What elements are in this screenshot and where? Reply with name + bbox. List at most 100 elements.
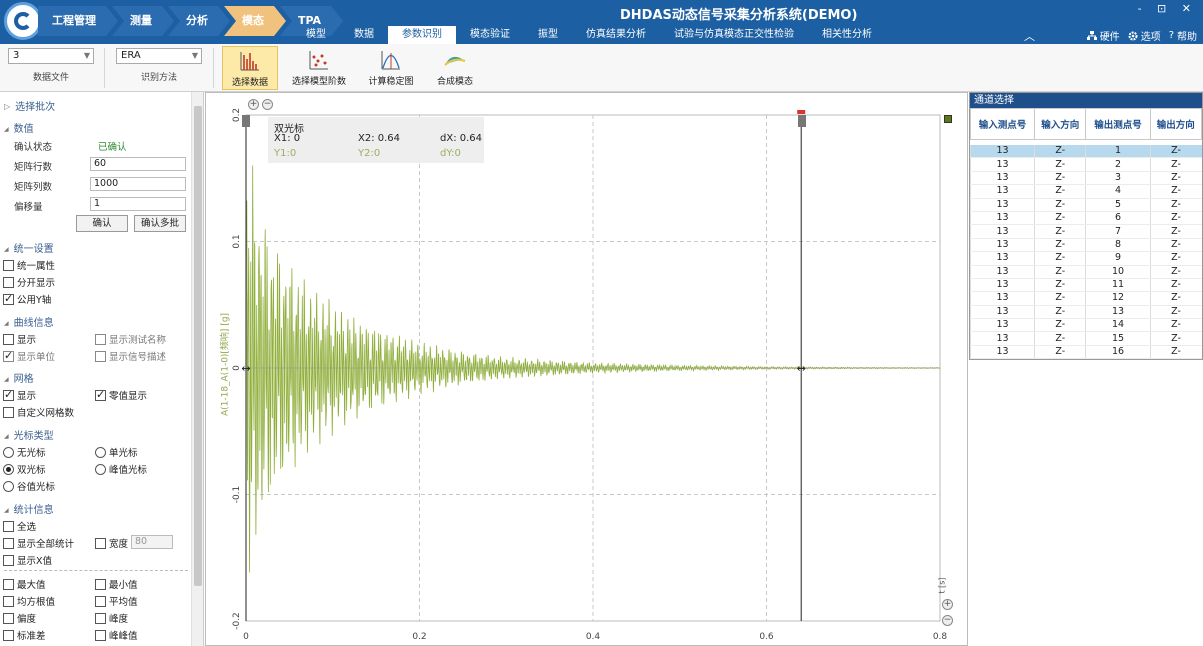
channel-row[interactable]: 13 Z- 9 Z-: [969, 251, 1202, 266]
channel-row[interactable]: 13 Z- 10 Z-: [969, 265, 1202, 279]
unified-section[interactable]: 统一设置: [4, 240, 54, 255]
synthesize-modal-button[interactable]: 合成模态: [428, 46, 482, 90]
channel-row[interactable]: 13 Z- 1 Z-: [969, 144, 1202, 159]
x-zoom-out-icon[interactable]: −: [942, 615, 953, 626]
grid-show-checkbox[interactable]: 显示: [3, 388, 36, 402]
cursor-2-handle[interactable]: [798, 115, 806, 127]
channel-cell: Z-: [1034, 238, 1086, 253]
calc-stability-button[interactable]: 计算稳定图: [362, 46, 420, 90]
max-checkbox[interactable]: 最大值: [3, 577, 46, 591]
mean-checkbox[interactable]: 平均值: [95, 594, 138, 608]
channel-cell: Z-: [1149, 238, 1202, 253]
select-batch-section[interactable]: 选择批次: [4, 98, 55, 113]
tab-model[interactable]: 模型: [292, 26, 340, 44]
channel-row[interactable]: 13 Z- 8 Z-: [969, 238, 1202, 253]
channel-row[interactable]: 13 Z- 14 Z-: [969, 318, 1202, 333]
tab-data[interactable]: 数据: [340, 26, 388, 44]
rms-checkbox[interactable]: 均方根值: [3, 594, 55, 608]
channel-row[interactable]: 13 Z- 13 Z-: [969, 305, 1202, 320]
values-section[interactable]: 数值: [4, 120, 34, 135]
split-display-checkbox[interactable]: 分开显示: [3, 275, 55, 289]
zoom-out-icon[interactable]: −: [262, 99, 273, 110]
channel-row[interactable]: 13 Z- 16 Z-: [969, 345, 1202, 360]
skew-checkbox[interactable]: 偏度: [3, 611, 36, 625]
stats-section[interactable]: 统计信息: [4, 501, 54, 516]
workflow-project[interactable]: 工程管理: [38, 6, 118, 36]
channel-header-1[interactable]: 输入方向: [1034, 108, 1087, 140]
channel-row[interactable]: 13 Z- 3 Z-: [969, 171, 1202, 186]
min-checkbox[interactable]: 最小值: [95, 577, 138, 591]
legend-color-swatch[interactable]: [944, 115, 952, 123]
zoom-in-icon[interactable]: +: [248, 99, 259, 110]
chart-panel[interactable]: 0 0.2 0.4 0.6 0.8 0.2 0.1 0 -0.1 -0.2 ↔ ↔ + − + − 双…: [205, 92, 968, 646]
tab-sim-result[interactable]: 仿真结果分析: [572, 26, 660, 44]
channel-row[interactable]: 13 Z- 7 Z-: [969, 224, 1202, 239]
select-all-checkbox[interactable]: 全选: [3, 519, 36, 533]
shared-y-checkbox[interactable]: 公用Y轴: [3, 292, 51, 306]
std-checkbox[interactable]: 标准差: [3, 628, 46, 642]
confirm-button[interactable]: 确认: [76, 215, 128, 232]
channel-header-0[interactable]: 输入测点号: [969, 108, 1036, 140]
channel-row[interactable]: 13 Z- 6 Z-: [969, 211, 1202, 226]
select-model-order-button[interactable]: 选择模型阶数: [286, 46, 352, 90]
method-select[interactable]: ERA ▼: [116, 48, 202, 64]
tab-modal-verify[interactable]: 模态验证: [456, 26, 524, 44]
channel-row[interactable]: 13 Z- 5 Z-: [969, 198, 1202, 212]
peak-peak-checkbox[interactable]: 峰峰值: [95, 628, 138, 642]
channel-row[interactable]: 13 Z- 15 Z-: [969, 331, 1202, 346]
tab-mode-shape[interactable]: 振型: [524, 26, 572, 44]
scrollbar-thumb[interactable]: [194, 106, 202, 586]
modal-synthesis-icon: [444, 49, 466, 71]
show-test-name-checkbox[interactable]: 显示测试名称: [95, 332, 166, 346]
x-zoom-in-icon[interactable]: +: [942, 599, 953, 610]
curve-info-section[interactable]: 曲线信息: [4, 314, 54, 329]
valley-cursor-radio[interactable]: 谷值光标: [3, 479, 55, 493]
channel-header-2[interactable]: 输出测点号: [1085, 108, 1151, 140]
cursor-type-section[interactable]: 光标类型: [4, 427, 54, 442]
zero-show-checkbox[interactable]: 零值显示: [95, 388, 147, 402]
curve-show-checkbox[interactable]: 显示: [3, 332, 36, 346]
no-cursor-radio[interactable]: 无光标: [3, 445, 46, 459]
collapse-ribbon-icon[interactable]: ︿: [1024, 28, 1035, 44]
settings-scrollbar[interactable]: [191, 92, 203, 646]
show-x-checkbox[interactable]: 显示X值: [3, 553, 52, 567]
options-button[interactable]: 选项: [1128, 28, 1161, 43]
channel-cell: 13: [1085, 305, 1150, 320]
time-domain-chart[interactable]: 0 0.2 0.4 0.6 0.80.20.10-0.1-0.2↔ ↔: [206, 93, 969, 646]
hardware-button[interactable]: 硬件: [1086, 28, 1120, 43]
width-checkbox[interactable]: 宽度: [95, 536, 128, 550]
rows-input[interactable]: 60: [90, 157, 186, 171]
show-all-stats-checkbox[interactable]: 显示全部统计: [3, 536, 74, 550]
tab-orthogonality[interactable]: 试验与仿真模态正交性检验: [660, 26, 808, 44]
offset-input[interactable]: 1: [90, 197, 186, 211]
method-caption: 识别方法: [140, 73, 177, 83]
data-file-select[interactable]: 3 ▼: [8, 48, 94, 64]
show-signal-desc-checkbox[interactable]: 显示信号描述: [95, 349, 166, 363]
workflow-analysis[interactable]: 分析: [168, 6, 230, 36]
help-button[interactable]: ? 帮助: [1169, 28, 1197, 43]
channel-row[interactable]: 13 Z- 4 Z-: [969, 184, 1202, 199]
confirm-multi-button[interactable]: 确认多批: [134, 215, 186, 232]
channel-row[interactable]: 13 Z- 2 Z-: [969, 157, 1202, 172]
cols-input[interactable]: 1000: [90, 177, 186, 191]
show-unit-checkbox[interactable]: 显示单位: [3, 349, 55, 363]
kurtosis-checkbox[interactable]: 峰度: [95, 611, 128, 625]
select-data-button[interactable]: 选择数据: [222, 46, 278, 90]
channel-row[interactable]: 13 Z- 12 Z-: [969, 291, 1202, 306]
tab-param-identify[interactable]: 参数识别: [388, 26, 456, 44]
double-cursor-radio[interactable]: 双光标: [3, 462, 46, 476]
single-cursor-radio[interactable]: 单光标: [95, 445, 138, 459]
tab-correlation[interactable]: 相关性分析: [808, 26, 886, 44]
window-controls[interactable]: - ⊡ ✕: [1138, 2, 1197, 15]
custom-grid-checkbox[interactable]: 自定义网格数: [3, 405, 74, 419]
cursor-1-handle[interactable]: [242, 115, 250, 127]
channel-header-3[interactable]: 输出方向: [1149, 108, 1202, 140]
workflow-modal[interactable]: 模态: [224, 6, 286, 36]
channel-row[interactable]: 13 Z- 11 Z-: [969, 278, 1202, 293]
workflow-measure[interactable]: 测量: [112, 6, 174, 36]
channel-cell: Z-: [1034, 291, 1086, 306]
grid-section[interactable]: 网格: [4, 370, 34, 385]
unify-attr-checkbox[interactable]: 统一属性: [3, 258, 55, 272]
width-input[interactable]: 80: [131, 535, 173, 549]
peak-cursor-radio[interactable]: 峰值光标: [95, 462, 147, 476]
